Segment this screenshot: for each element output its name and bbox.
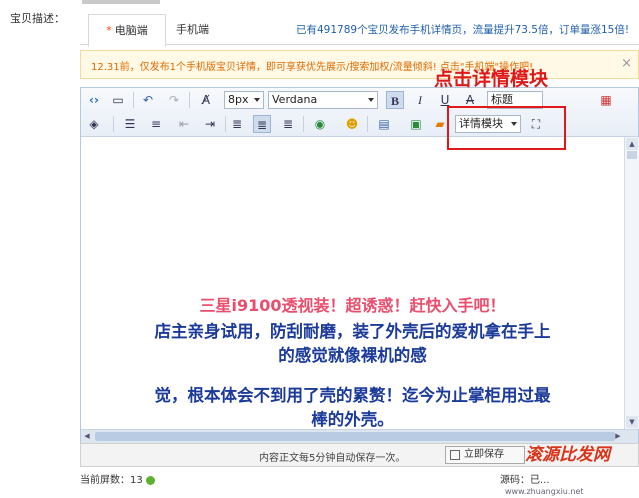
emoticon-icon[interactable]: ☻ — [343, 115, 361, 133]
bullet-list-icon[interactable]: ☰ — [121, 115, 139, 133]
annotation-text: 点击详情模块 — [434, 68, 549, 90]
chevron-down-icon — [254, 98, 260, 102]
scroll-left-icon[interactable]: ◀ — [81, 430, 93, 443]
screen-count-text: 当前屏数：13 — [80, 475, 143, 486]
color-grid-icon[interactable]: ▦ — [597, 91, 615, 109]
source-text: 源码：已... — [500, 475, 550, 486]
save-now-label: 立即保存 — [464, 449, 504, 460]
undo-icon[interactable]: ↶ — [139, 91, 157, 109]
font-size-select[interactable]: 8px — [224, 91, 264, 109]
annotation-highlight-box — [447, 106, 566, 150]
numbered-list-icon[interactable]: ≡ — [147, 115, 165, 133]
close-icon[interactable]: × — [621, 56, 632, 71]
clear-format-icon[interactable]: A̸ — [197, 91, 215, 109]
toolbar-divider — [133, 92, 134, 108]
image-icon[interactable]: ▣ — [407, 115, 425, 133]
check-icon — [145, 475, 155, 485]
fill-color-icon[interactable]: ◈ — [85, 115, 103, 133]
toolbar-divider — [225, 116, 226, 132]
scroll-down-icon[interactable]: ▼ — [626, 416, 638, 428]
description-label: 宝贝描述： — [10, 12, 65, 25]
italic-button[interactable]: I — [411, 91, 429, 109]
scroll-up-icon[interactable]: ▲ — [626, 138, 638, 150]
autosave-text: 内容正文每5分钟自动保存一次。 — [259, 453, 406, 464]
top-strip — [82, 0, 160, 4]
align-right-icon[interactable]: ≣ — [279, 115, 297, 133]
align-center-icon[interactable]: ≣ — [253, 115, 271, 133]
bold-button[interactable]: B — [386, 91, 404, 109]
content-line: 三星i9100透视装！超诱惑！赶快入手吧！ — [199, 296, 506, 315]
link-icon[interactable]: ◉ — [311, 115, 329, 133]
tab-desktop[interactable]: * 电脑端 — [88, 14, 166, 47]
scroll-thumb[interactable] — [627, 151, 637, 159]
tab-desktop-label: 电脑端 — [114, 24, 148, 37]
source-code-icon[interactable]: ‹› — [85, 91, 103, 109]
content-line: 店主亲身试用，防刮耐磨，装了外壳后的爱机拿在手上 — [154, 322, 551, 341]
scroll-right-icon[interactable]: ▶ — [612, 430, 624, 443]
table-icon[interactable]: ▤ — [375, 115, 393, 133]
heading-value: 标题 — [491, 93, 513, 106]
chevron-down-icon — [368, 98, 374, 102]
toolbar-divider — [367, 116, 368, 132]
indent-icon[interactable]: ⇥ — [201, 115, 219, 133]
outdent-icon[interactable]: ⇤ — [175, 115, 193, 133]
watermark-url: www.zhuangxiu.net — [505, 487, 584, 496]
watermark-logo: 滚源比发网 — [525, 445, 610, 465]
save-icon — [450, 450, 460, 460]
font-size-value: 8px — [228, 93, 249, 106]
required-star: * — [106, 24, 112, 37]
save-now-button[interactable]: 立即保存 — [445, 446, 525, 464]
preview-icon[interactable]: ▭ — [109, 91, 127, 109]
redo-icon[interactable]: ↷ — [165, 91, 183, 109]
content-line: 棒的外壳。 — [311, 410, 394, 429]
toolbar-divider — [113, 116, 114, 132]
align-left-icon[interactable]: ≣ — [228, 115, 246, 133]
toolbar-divider — [303, 116, 304, 132]
vertical-scrollbar[interactable]: ▲ ▼ — [624, 137, 639, 429]
promo-link[interactable]: 已有491789个宝贝发布手机详情页，流量提升73.5倍，订单量涨15倍! — [296, 22, 629, 37]
screen-count: 当前屏数：13 — [80, 471, 155, 486]
font-family-select[interactable]: Verdana — [268, 91, 378, 109]
content-line: 的感觉就像裸机的感 — [278, 346, 427, 365]
tab-mobile[interactable]: 手机端 — [176, 14, 209, 45]
font-family-value: Verdana — [272, 93, 318, 106]
notice-bar: 12.31前，仅发布1个手机版宝贝详情，即可享获优先展示/搜索加权/流量倾斜! … — [80, 50, 639, 79]
toolbar-divider — [189, 92, 190, 108]
content-line: 觉，根本体会不到用了壳的累赘！迄今为止掌柜用过最 — [154, 386, 551, 405]
